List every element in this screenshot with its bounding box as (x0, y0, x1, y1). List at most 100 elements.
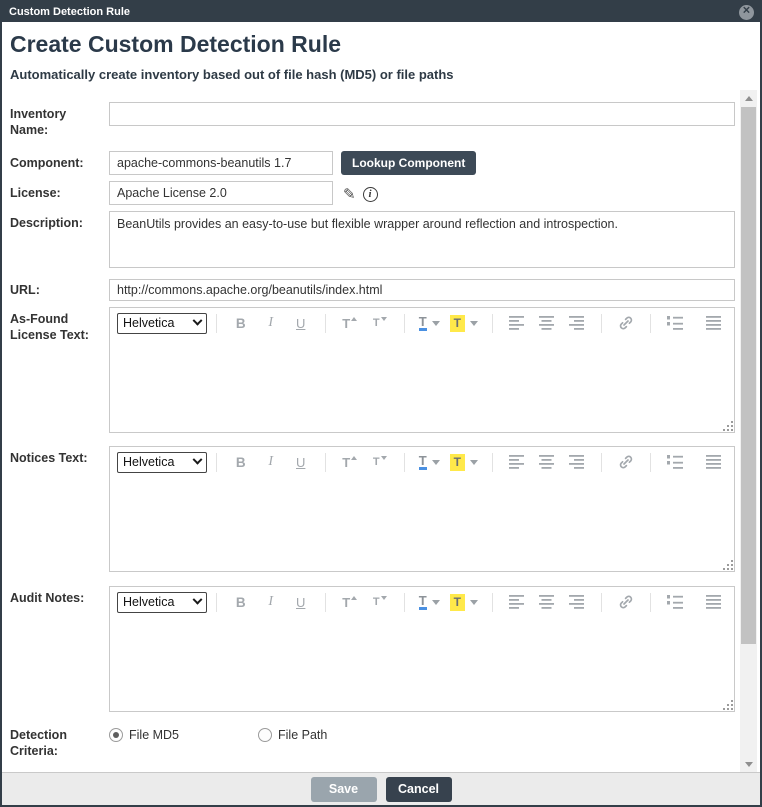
cancel-button[interactable]: Cancel (386, 777, 452, 802)
scrollbar-thumb[interactable] (741, 107, 756, 644)
resize-grip-icon[interactable] (723, 421, 733, 431)
align-left-icon[interactable] (507, 452, 527, 472)
underline-icon[interactable]: U (291, 452, 311, 472)
url-row: URL: (10, 279, 735, 301)
ordered-list-icon[interactable] (665, 452, 685, 472)
justify-icon[interactable] (704, 592, 724, 612)
toolbar-divider (601, 314, 602, 333)
align-center-icon[interactable] (537, 313, 557, 333)
toolbar-divider (601, 453, 602, 472)
audit-notes-editor: Helvetica B I U T T T T (109, 586, 735, 712)
subscript-icon[interactable]: T (370, 452, 390, 472)
dialog-titlebar: Custom Detection Rule ✕ (2, 2, 760, 22)
dropdown-caret-icon (432, 600, 440, 605)
toolbar-divider (325, 593, 326, 612)
ordered-list-icon[interactable] (665, 313, 685, 333)
select-chevron-icon (192, 315, 202, 325)
dropdown-caret-icon (432, 460, 440, 465)
save-button[interactable]: Save (311, 777, 377, 802)
toolbar-divider (492, 314, 493, 333)
superscript-icon[interactable]: T (340, 452, 360, 472)
rich-text-toolbar: Helvetica B I U T T T T (110, 308, 734, 336)
italic-icon[interactable]: I (261, 452, 281, 472)
superscript-icon[interactable]: T (340, 313, 360, 333)
highlight-color-icon[interactable]: T (450, 313, 478, 333)
resize-grip-icon[interactable] (723, 560, 733, 570)
justify-icon[interactable] (704, 313, 724, 333)
link-icon[interactable] (616, 452, 636, 472)
font-family-select[interactable]: Helvetica (117, 452, 207, 473)
license-row: License: ✎ i (10, 181, 735, 205)
vertical-scrollbar[interactable] (740, 90, 757, 772)
radio-selected-icon (109, 728, 123, 742)
audit-notes-label: Audit Notes: (10, 586, 109, 606)
toolbar-divider (325, 453, 326, 472)
toolbar-divider (404, 453, 405, 472)
license-info-icon[interactable]: i (363, 187, 378, 202)
align-center-icon[interactable] (537, 592, 557, 612)
toolbar-divider (650, 453, 651, 472)
dropdown-caret-icon (470, 321, 478, 326)
toolbar-divider (492, 593, 493, 612)
align-right-icon[interactable] (567, 452, 587, 472)
as-found-license-row: As-Found License Text: Helvetica B I U (10, 307, 735, 433)
notices-textarea[interactable] (110, 475, 734, 571)
license-input[interactable] (109, 181, 333, 205)
justify-icon[interactable] (704, 452, 724, 472)
toolbar-divider (216, 593, 217, 612)
font-color-icon[interactable]: T (419, 313, 440, 333)
description-textarea[interactable]: BeanUtils provides an easy-to-use but fl… (109, 211, 735, 268)
edit-license-icon[interactable]: ✎ (343, 187, 356, 202)
subscript-icon[interactable]: T (370, 592, 390, 612)
dialog-body: Inventory Name: Component: Lookup Compon… (2, 90, 760, 772)
resize-grip-icon[interactable] (723, 700, 733, 710)
bold-icon[interactable]: B (231, 452, 251, 472)
dropdown-caret-icon (470, 600, 478, 605)
font-family-select[interactable]: Helvetica (117, 592, 207, 613)
dropdown-caret-icon (432, 321, 440, 326)
toolbar-divider (601, 593, 602, 612)
align-center-icon[interactable] (537, 452, 557, 472)
notices-text-editor: Helvetica B I U T T T T (109, 446, 735, 572)
component-row: Component: Lookup Component (10, 151, 735, 175)
align-left-icon[interactable] (507, 592, 527, 612)
ordered-list-icon[interactable] (665, 592, 685, 612)
underline-icon[interactable]: U (291, 313, 311, 333)
detection-criteria-row: Detection Criteria: File MD5 File Path (10, 723, 735, 760)
lookup-component-button[interactable]: Lookup Component (341, 151, 476, 175)
inventory-name-label: Inventory Name: (10, 102, 109, 139)
component-input[interactable] (109, 151, 333, 175)
highlight-color-icon[interactable]: T (450, 452, 478, 472)
italic-icon[interactable]: I (261, 592, 281, 612)
inventory-name-input[interactable] (109, 102, 735, 126)
superscript-icon[interactable]: T (340, 592, 360, 612)
subscript-icon[interactable]: T (370, 313, 390, 333)
audit-notes-textarea[interactable] (110, 615, 734, 711)
toolbar-divider (325, 314, 326, 333)
highlight-color-icon[interactable]: T (450, 592, 478, 612)
font-family-select[interactable]: Helvetica (117, 313, 207, 334)
close-button[interactable]: ✕ (739, 5, 754, 20)
align-right-icon[interactable] (567, 313, 587, 333)
bold-icon[interactable]: B (231, 592, 251, 612)
bold-icon[interactable]: B (231, 313, 251, 333)
underline-icon[interactable]: U (291, 592, 311, 612)
font-color-icon[interactable]: T (419, 592, 440, 612)
scroll-down-button[interactable] (740, 756, 757, 772)
url-input[interactable] (109, 279, 735, 301)
link-icon[interactable] (616, 592, 636, 612)
font-color-icon[interactable]: T (419, 452, 440, 472)
inventory-name-row: Inventory Name: (10, 102, 735, 139)
scroll-up-button[interactable] (740, 90, 757, 106)
toolbar-divider (650, 314, 651, 333)
align-left-icon[interactable] (507, 313, 527, 333)
rich-text-toolbar: Helvetica B I U T T T T (110, 447, 734, 475)
align-right-icon[interactable] (567, 592, 587, 612)
link-icon[interactable] (616, 313, 636, 333)
radio-file-md5[interactable]: File MD5 (109, 728, 179, 742)
radio-file-path[interactable]: File Path (258, 728, 327, 742)
notices-text-row: Notices Text: Helvetica B I U (10, 446, 735, 572)
close-icon: ✕ (742, 7, 750, 17)
as-found-license-textarea[interactable] (110, 336, 734, 432)
italic-icon[interactable]: I (261, 313, 281, 333)
